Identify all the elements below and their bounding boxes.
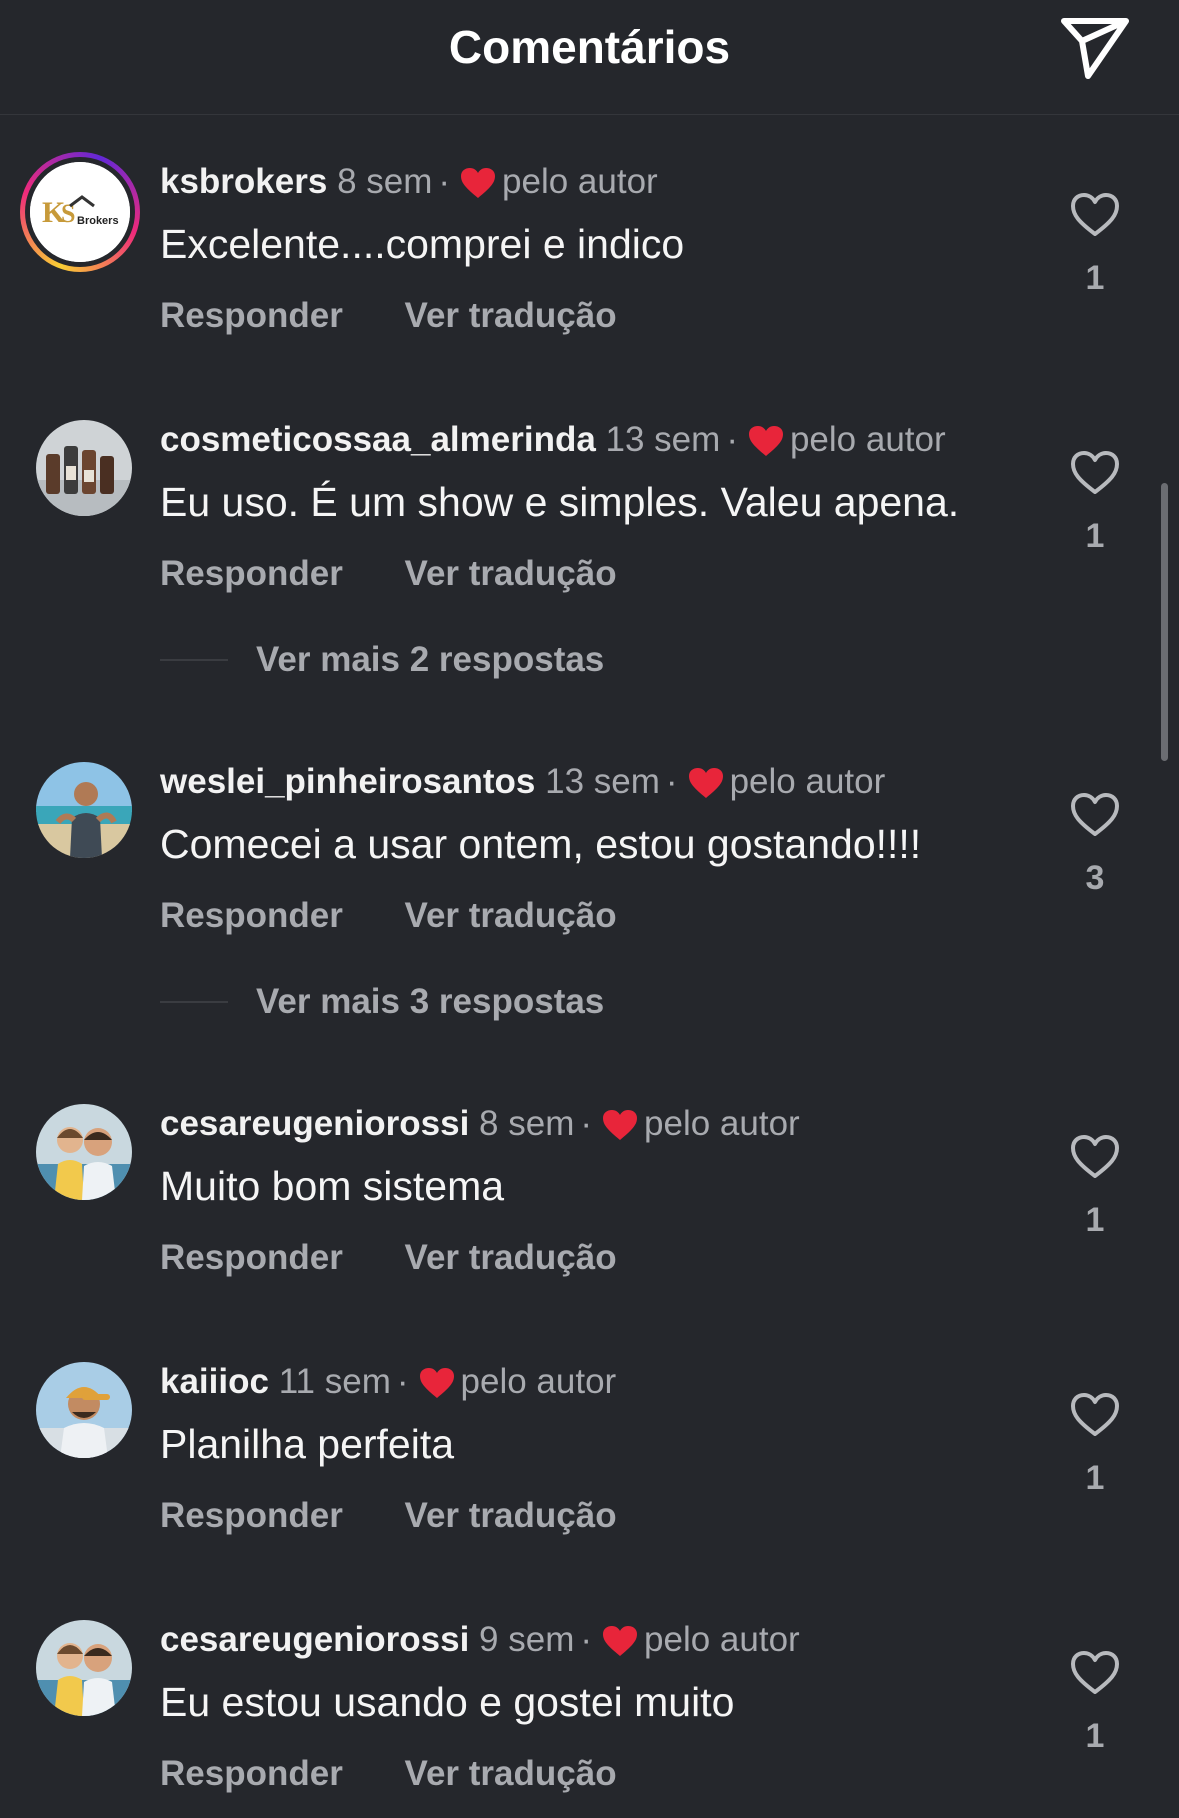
reply-button[interactable]: Responder — [160, 1752, 343, 1796]
like-heart-icon[interactable] — [1070, 450, 1120, 496]
view-more-replies[interactable]: Ver mais 2 respostas — [160, 638, 604, 682]
reply-button[interactable]: Responder — [160, 894, 343, 938]
like-heart-icon[interactable] — [1070, 192, 1120, 238]
separator-dot: · — [580, 1620, 593, 1659]
liked-by-author-label: pelo autor — [460, 1362, 617, 1401]
translate-button[interactable]: Ver tradução — [405, 894, 617, 938]
like-count: 1 — [1085, 1201, 1105, 1239]
liked-by-author-label: pelo autor — [502, 162, 658, 201]
avatar[interactable] — [36, 420, 132, 516]
comment-text: Eu uso. É um show e simples. Valeu apena… — [160, 479, 960, 525]
avatar[interactable] — [36, 1104, 132, 1200]
author-heart-icon — [602, 1624, 638, 1668]
reply-thread-line — [160, 659, 228, 661]
reply-button[interactable]: Responder — [160, 1494, 343, 1538]
like-count: 1 — [1085, 1717, 1105, 1755]
username[interactable]: kaiiioc — [160, 1362, 269, 1401]
scrollbar[interactable] — [1161, 483, 1168, 761]
timestamp: 8 sem — [337, 162, 433, 201]
header: Comentários — [0, 0, 1179, 115]
translate-button[interactable]: Ver tradução — [405, 1236, 617, 1280]
avatar[interactable]: K S Brokers — [20, 152, 140, 272]
like-count: 1 — [1085, 259, 1105, 297]
like-heart-icon[interactable] — [1070, 1392, 1120, 1438]
liked-by-author-label: pelo autor — [644, 1104, 800, 1143]
comment-text: Eu estou usando e gostei muito — [160, 1679, 735, 1725]
author-heart-icon — [460, 166, 496, 210]
like-count: 1 — [1085, 1459, 1105, 1497]
comment-text: Comecei a usar ontem, estou gostando!!!! — [160, 821, 922, 867]
comment-text: Planilha perfeita — [160, 1421, 455, 1467]
send-icon[interactable] — [1058, 14, 1132, 80]
like-count: 3 — [1085, 859, 1105, 897]
reply-button[interactable]: Responder — [160, 552, 343, 596]
separator-dot: · — [396, 1362, 409, 1401]
reply-button[interactable]: Responder — [160, 1236, 343, 1280]
username[interactable]: weslei_pinheirosantos — [160, 762, 535, 801]
liked-by-author-label: pelo autor — [644, 1620, 800, 1659]
avatar[interactable] — [36, 1620, 132, 1716]
translate-button[interactable]: Ver tradução — [405, 294, 617, 338]
ksbrokers-logo: K S Brokers — [30, 162, 130, 262]
username[interactable]: cosmeticossaa_almerinda — [160, 420, 596, 459]
username[interactable]: ksbrokers — [160, 162, 327, 201]
author-heart-icon — [748, 424, 784, 468]
author-heart-icon — [602, 1108, 638, 1152]
liked-by-author-label: pelo autor — [789, 420, 946, 459]
author-heart-icon — [688, 766, 724, 810]
separator-dot: · — [580, 1104, 593, 1143]
products-photo — [36, 420, 132, 516]
comment-text: Excelente....comprei e indico — [160, 221, 685, 267]
avatar[interactable] — [36, 1362, 132, 1458]
translate-button[interactable]: Ver tradução — [405, 1752, 617, 1796]
beach-photo — [36, 762, 132, 858]
translate-button[interactable]: Ver tradução — [405, 1494, 617, 1538]
like-heart-icon[interactable] — [1070, 1134, 1120, 1180]
like-count: 1 — [1085, 517, 1105, 555]
like-heart-icon[interactable] — [1070, 792, 1120, 838]
view-more-replies[interactable]: Ver mais 3 respostas — [160, 980, 604, 1024]
liked-by-author-label: pelo autor — [729, 762, 886, 801]
comment-text: Muito bom sistema — [160, 1163, 505, 1209]
timestamp: 11 sem — [278, 1362, 391, 1401]
separator-dot: · — [726, 420, 738, 459]
timestamp: 13 sem — [545, 762, 660, 801]
reply-button[interactable]: Responder — [160, 294, 343, 338]
timestamp: 8 sem — [479, 1104, 575, 1143]
page-title: Comentários — [448, 21, 731, 73]
author-heart-icon — [419, 1366, 455, 1410]
translate-button[interactable]: Ver tradução — [405, 552, 617, 596]
cap-man-photo — [36, 1362, 132, 1458]
username[interactable]: cesareugeniorossi — [160, 1620, 469, 1659]
like-heart-icon[interactable] — [1070, 1650, 1120, 1696]
separator-dot: · — [438, 162, 451, 201]
separator-dot: · — [665, 762, 678, 801]
timestamp: 13 sem — [605, 420, 721, 459]
username[interactable]: cesareugeniorossi — [160, 1104, 469, 1143]
view-more-replies-label[interactable]: Ver mais 2 respostas — [256, 640, 604, 679]
view-more-replies-label[interactable]: Ver mais 3 respostas — [256, 982, 604, 1021]
svg-text:Brokers: Brokers — [77, 215, 119, 227]
family-photo — [36, 1620, 132, 1716]
avatar[interactable] — [36, 762, 132, 858]
reply-thread-line — [160, 1001, 228, 1003]
family-photo — [36, 1104, 132, 1200]
timestamp: 9 sem — [479, 1620, 575, 1659]
